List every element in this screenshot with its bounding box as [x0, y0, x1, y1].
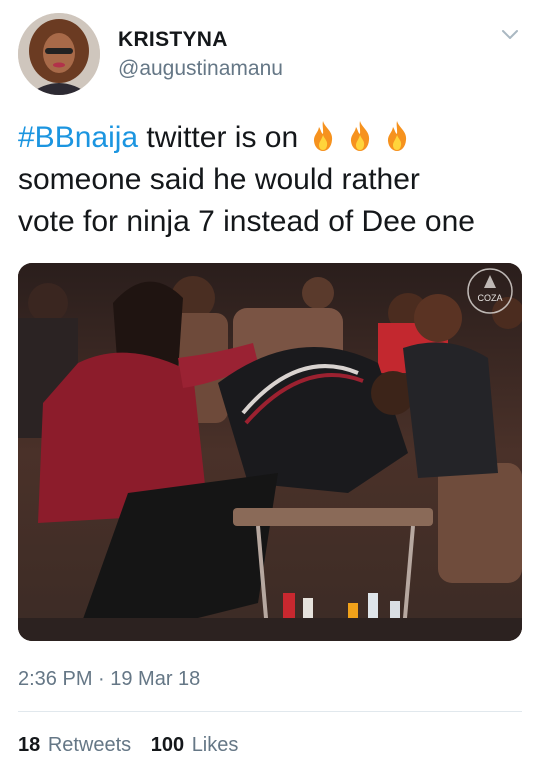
likes-count: 100 — [150, 734, 185, 756]
user-name[interactable]: KRISTYNA — [118, 28, 228, 52]
tweet-line-1-text: twitter is on — [138, 121, 299, 154]
divider — [18, 711, 522, 712]
tweet-photo[interactable] — [18, 263, 522, 641]
tweet-line-1: #BBnaija twitter is on — [18, 117, 528, 159]
hashtag-link[interactable]: #BBnaija — [18, 121, 138, 154]
fire-icon — [313, 121, 332, 151]
tweet-line-3: vote for ninja 7 instead of Dee one — [18, 205, 475, 238]
tweet-timestamp[interactable]: 2:36 PM · 19 Mar 18 — [18, 668, 200, 691]
fire-icon — [388, 121, 407, 151]
fire-icon — [350, 121, 369, 151]
tweet-stats: 18 Retweets 100 Likes — [18, 734, 252, 757]
user-handle[interactable]: @augustinamanu — [118, 57, 283, 81]
watermark-text: COZA — [477, 293, 502, 303]
likes-stat[interactable]: 100 Likes — [151, 734, 239, 756]
avatar-image — [18, 13, 100, 95]
avatar[interactable] — [18, 13, 100, 95]
chevron-down-icon[interactable] — [500, 24, 520, 44]
tweet-line-2: someone said he would rather — [18, 163, 420, 196]
tweet-text: #BBnaija twitter is on someone said he w… — [18, 117, 528, 243]
likes-label: Likes — [191, 734, 239, 756]
coza-logo: COZA — [467, 268, 513, 314]
retweets-label: Retweets — [47, 734, 132, 756]
retweets-stat[interactable]: 18 Retweets — [18, 734, 131, 756]
event-photo — [18, 263, 522, 641]
retweets-count: 18 — [18, 734, 41, 756]
